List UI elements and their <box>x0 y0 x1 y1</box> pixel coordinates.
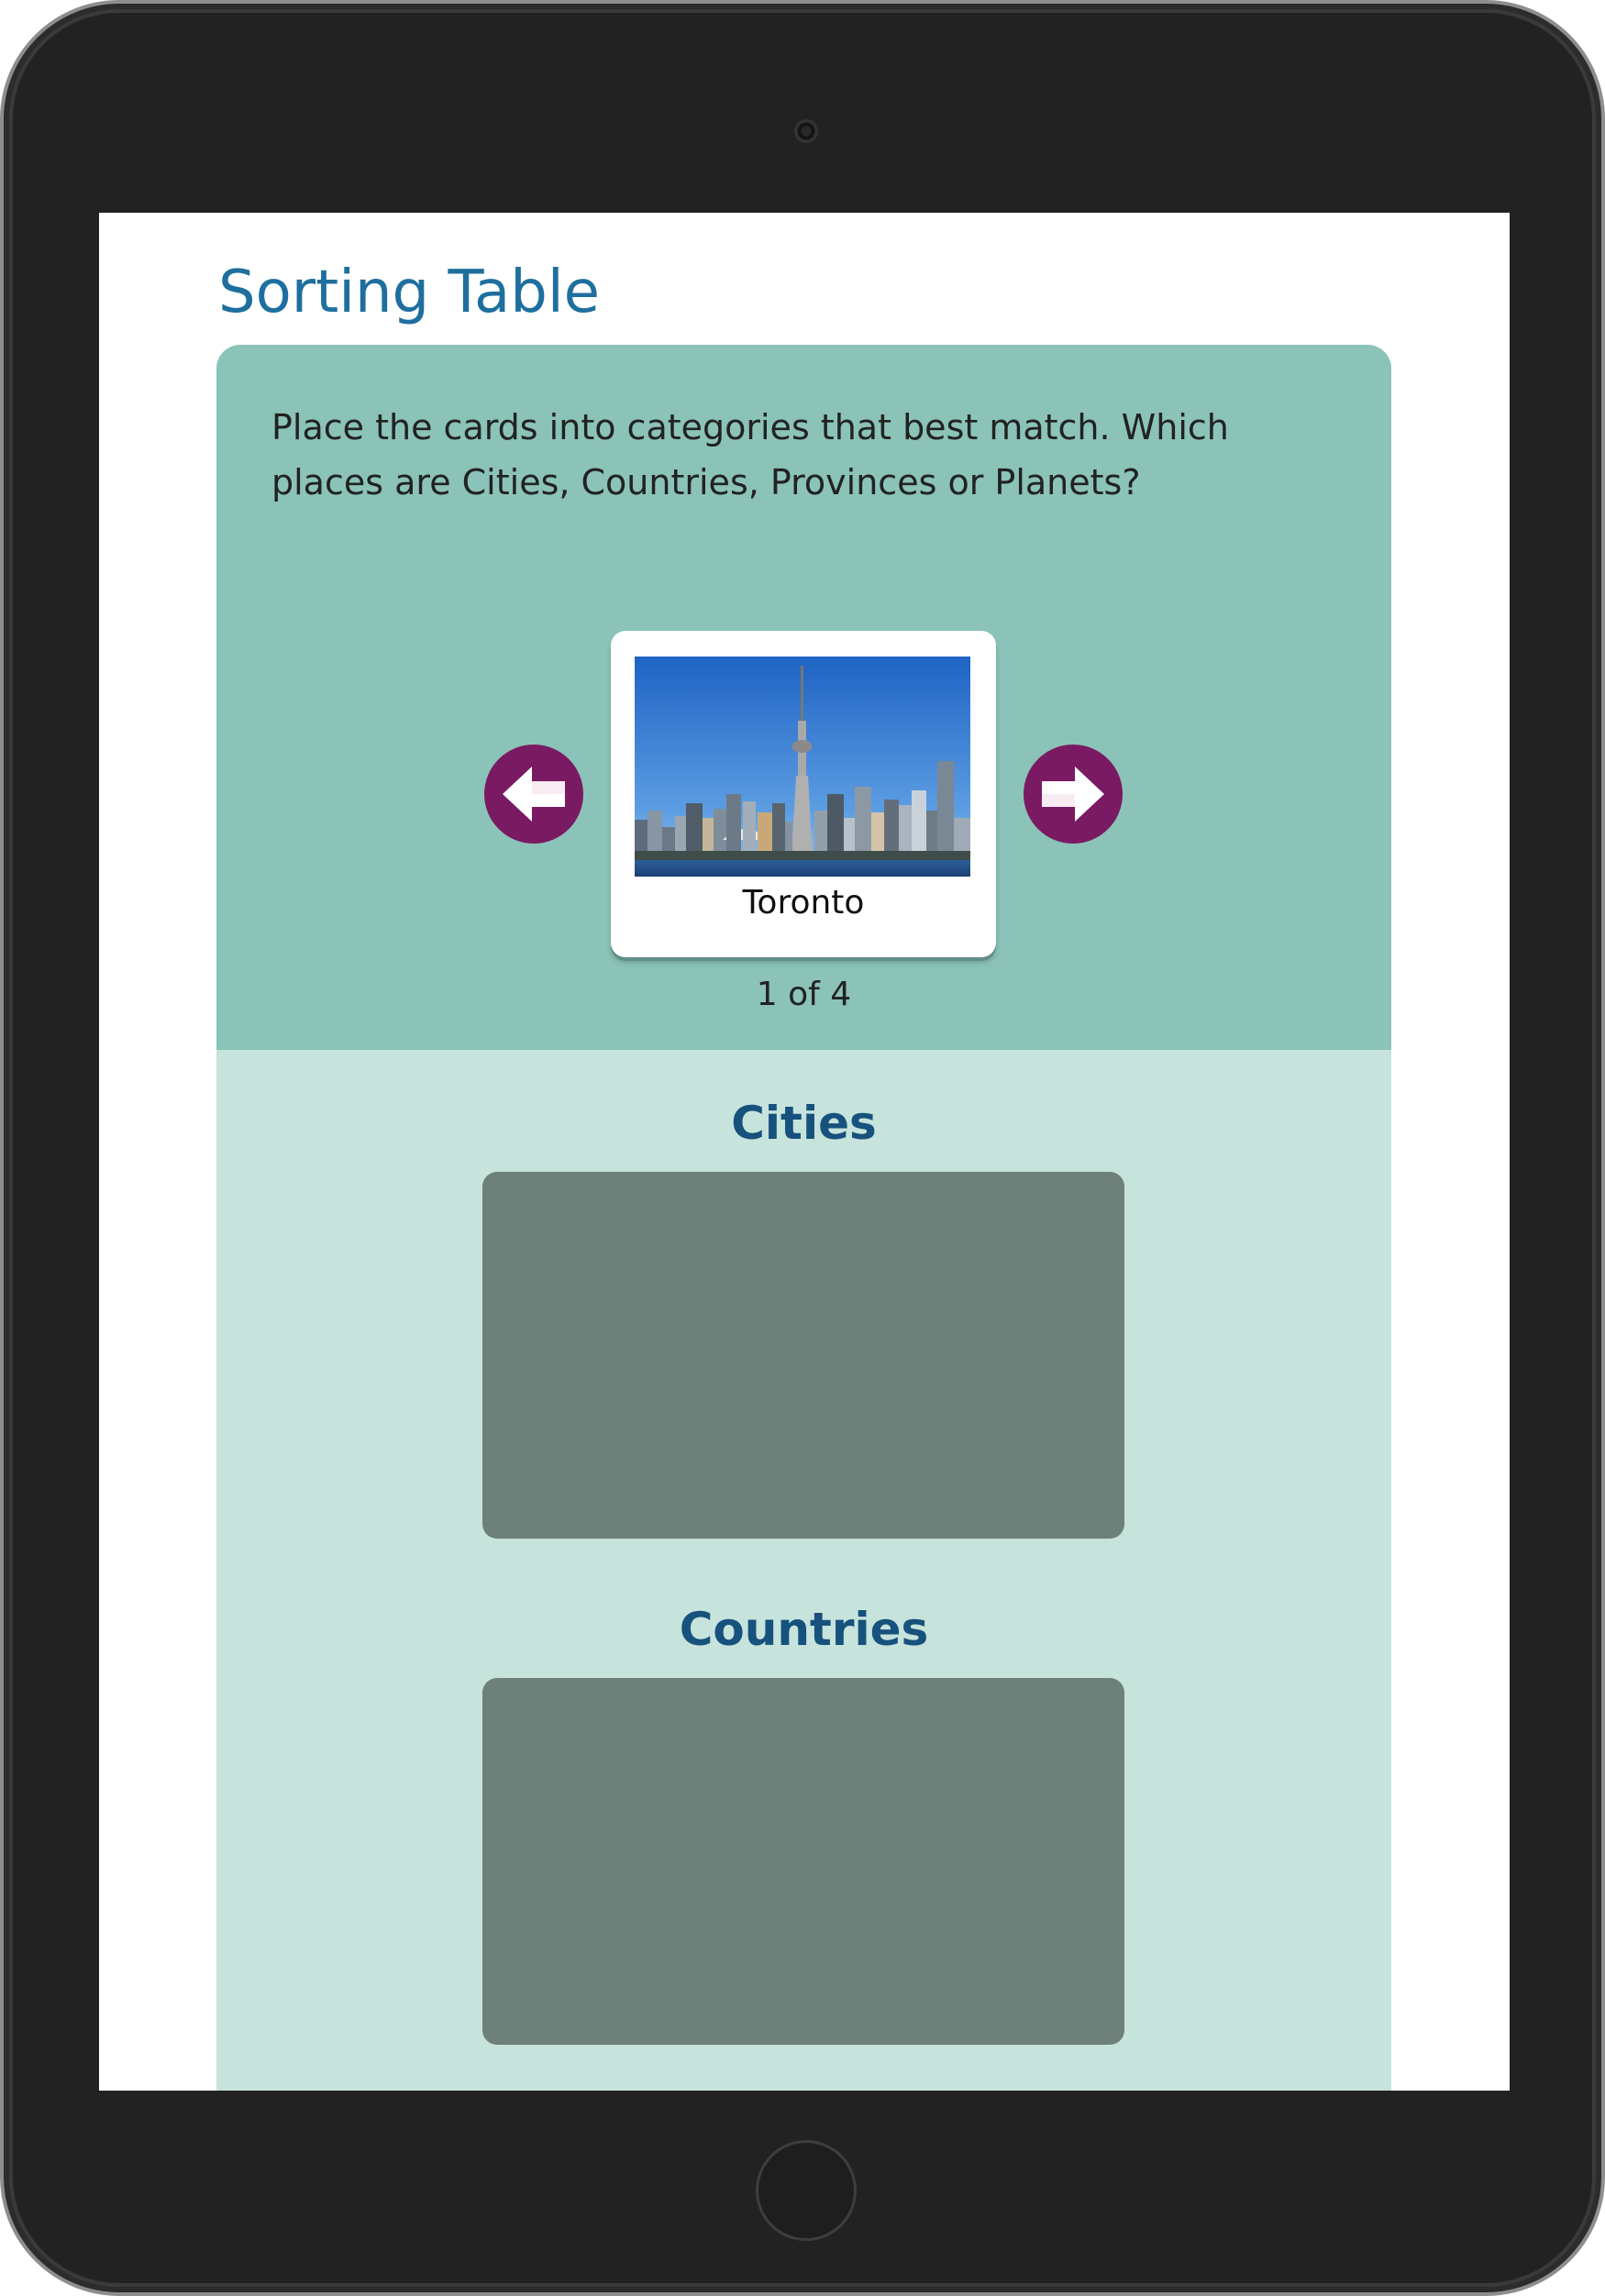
page-indicator: 1 of 4 <box>756 976 852 1013</box>
drop-zone-countries[interactable] <box>482 1678 1124 2045</box>
screen: Sorting Table Place the cards into categ… <box>99 213 1510 2091</box>
arrow-right-icon <box>1042 767 1104 822</box>
category-title-countries: Countries <box>679 1603 929 1656</box>
camera-icon <box>794 119 818 143</box>
sorting-activity: Place the cards into categories that bes… <box>216 345 1391 2091</box>
category-title-cities: Cities <box>731 1097 877 1150</box>
drop-zone-cities[interactable] <box>482 1172 1124 1539</box>
arrow-left-icon <box>503 767 565 822</box>
next-card-button[interactable] <box>1024 745 1123 844</box>
tablet-frame: Sorting Table Place the cards into categ… <box>0 0 1605 2296</box>
instructions-text: Place the cards into categories that bes… <box>271 407 1229 502</box>
card-label: Toronto <box>742 884 865 922</box>
page-title: Sorting Table <box>218 259 600 326</box>
place-card[interactable]: Toronto <box>611 631 996 957</box>
home-button[interactable] <box>756 2140 857 2241</box>
card-carousel-panel: Place the cards into categories that bes… <box>216 345 1391 1050</box>
toronto-skyline-image <box>635 657 970 877</box>
previous-card-button[interactable] <box>484 745 583 844</box>
